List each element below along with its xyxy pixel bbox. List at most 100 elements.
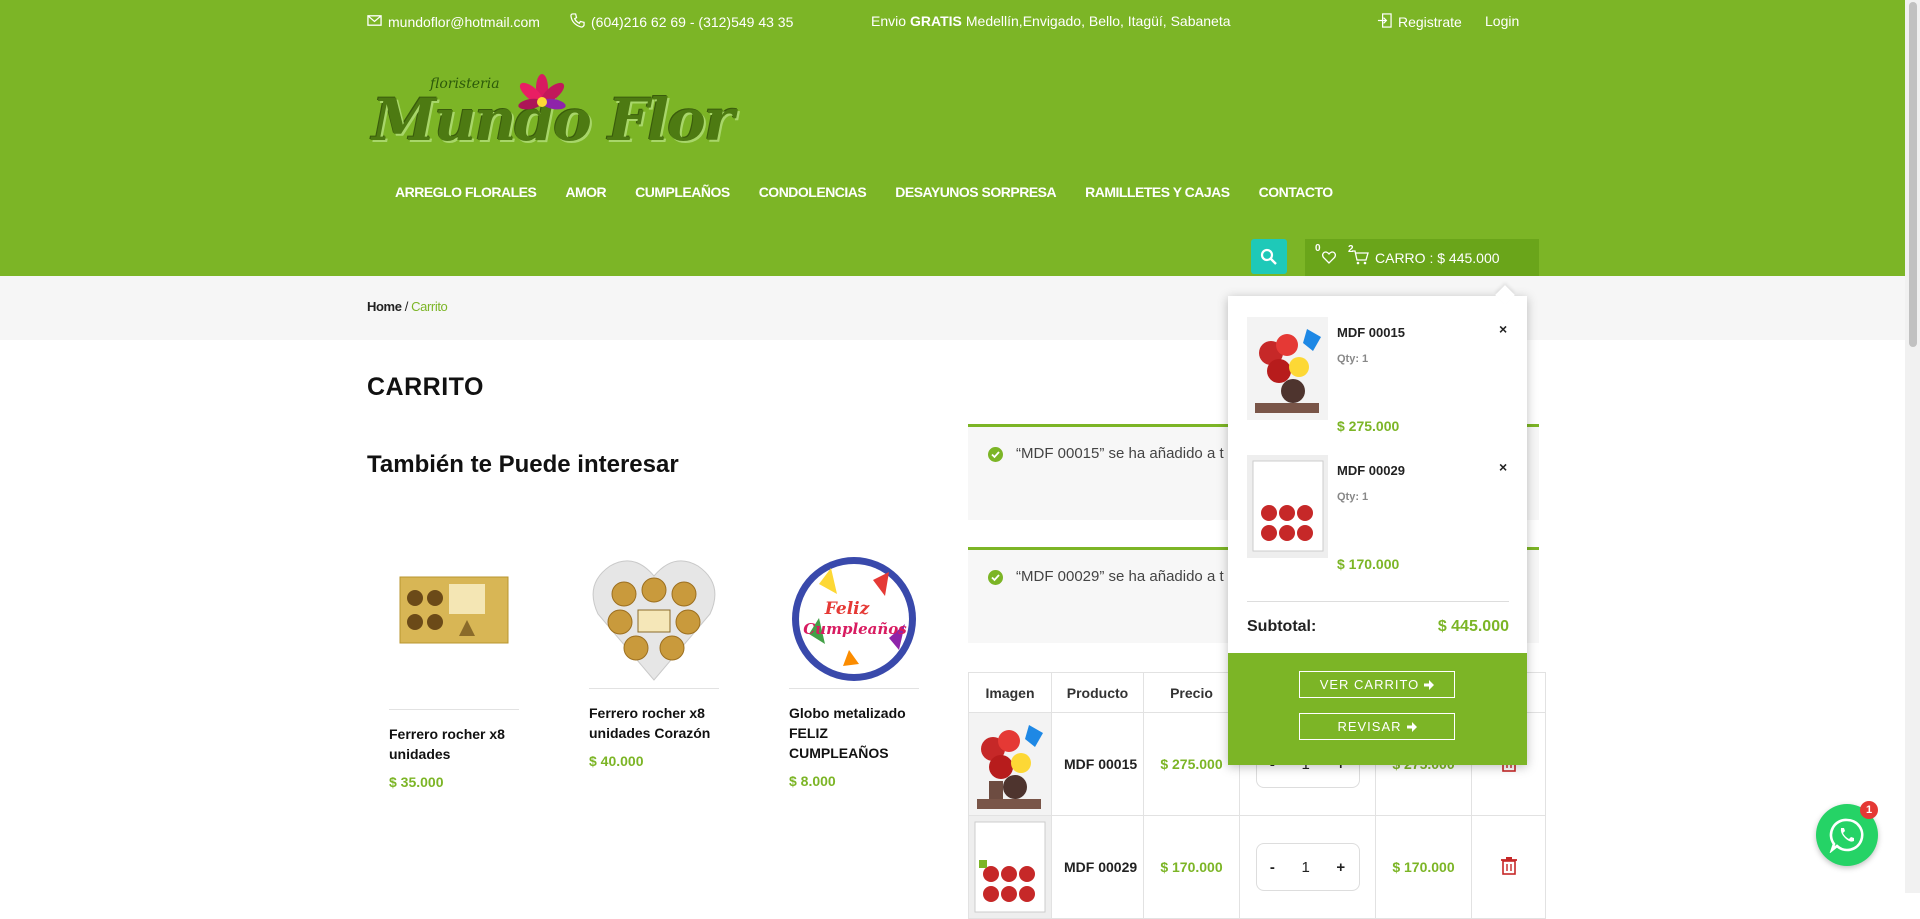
register-text: Registrate: [1398, 14, 1462, 30]
mini-cart-item-price: $ 275.000: [1337, 418, 1400, 434]
divider: [389, 709, 519, 710]
divider: [589, 688, 719, 689]
cart-total-label: CARRO : $ 445.000: [1375, 249, 1500, 266]
breadcrumb-home[interactable]: Home: [367, 299, 402, 314]
balloon-text-cumpleanos: Cumpleaños: [803, 620, 907, 638]
breadcrumb-bar: [0, 276, 1905, 340]
login-arrow-icon: [1377, 13, 1392, 31]
whatsapp-icon: [1829, 818, 1864, 853]
mini-cart-item-qty: Qty: 1: [1337, 353, 1369, 365]
search-icon: [1260, 248, 1277, 265]
view-cart-label: VER CARRITO: [1319, 677, 1420, 692]
page-title: CARRITO: [367, 373, 484, 401]
checkout-button[interactable]: REVISAR: [1299, 713, 1455, 740]
product-name[interactable]: Ferrero rocher x8 unidades: [389, 724, 519, 764]
mini-cart-thumbnail[interactable]: [1247, 317, 1328, 420]
divider: [789, 688, 919, 689]
search-button[interactable]: [1251, 239, 1287, 274]
scrollbar[interactable]: [1905, 0, 1920, 893]
mini-cart-item-price: $ 170.000: [1337, 556, 1400, 572]
wishlist-button[interactable]: 0: [1315, 243, 1340, 268]
balloon-text-feliz: Feliz: [824, 599, 870, 619]
row-subtotal: $ 170.000: [1375, 815, 1472, 919]
qty-value[interactable]: 1: [1301, 859, 1309, 876]
phone-text: (604)216 62 69 - (312)549 43 35: [591, 14, 794, 30]
nav-amor[interactable]: AMOR: [565, 184, 606, 200]
product-name[interactable]: Globo metalizado FELIZ CUMPLEAÑOS: [789, 703, 919, 763]
breadcrumb-separator: /: [401, 299, 412, 314]
register-link[interactable]: Registrate: [1377, 13, 1462, 31]
nav-arreglo-florales[interactable]: ARREGLO FLORALES: [395, 184, 537, 200]
scrollbar-thumb[interactable]: [1909, 2, 1917, 347]
check-circle-icon: [988, 570, 1003, 585]
row-price: $ 170.000: [1143, 815, 1240, 919]
mini-cart-dropdown: MDF 00015 Qty: 1 $ 275.000 × MDF 00029 Q…: [1228, 285, 1527, 765]
top-bar: mundoflor@hotmail.com (604)216 62 69 - (…: [0, 0, 1905, 44]
row-product-name[interactable]: MDF 00015: [1051, 712, 1144, 816]
nav-desayunos-sorpresa[interactable]: DESAYUNOS SORPRESA: [895, 184, 1056, 200]
cart-bar: 0 2 CARRO : $ 445.000: [1305, 239, 1539, 276]
row-price: $ 275.000: [1143, 712, 1240, 816]
wishlist-count: 0: [1315, 242, 1321, 254]
header-producto: Producto: [1051, 672, 1144, 713]
breadcrumb: Home / Carrito: [367, 299, 448, 314]
mini-cart-item-name[interactable]: MDF 00029: [1337, 463, 1405, 478]
login-text: Login: [1485, 13, 1520, 29]
arrow-right-icon: [1424, 679, 1435, 690]
related-product-card[interactable]: Feliz Cumpleaños Globo metalizado FELIZ …: [789, 550, 919, 789]
cart-button[interactable]: 2 CARRO : $ 445.000: [1348, 244, 1500, 266]
product-price: $ 40.000: [589, 753, 644, 769]
logo[interactable]: floristeria Mundo Flor: [366, 68, 734, 158]
product-price: $ 35.000: [389, 774, 444, 790]
cart-icon: [1352, 250, 1369, 265]
qty-minus-button[interactable]: -: [1270, 859, 1275, 876]
nav-ramilletes-y-cajas[interactable]: RAMILLETES Y CAJAS: [1085, 184, 1230, 200]
subtotal-value: $ 445.000: [1437, 618, 1509, 635]
row-image[interactable]: [968, 712, 1052, 816]
login-link[interactable]: Login: [1485, 13, 1519, 29]
trash-icon[interactable]: [1500, 856, 1517, 875]
whatsapp-button[interactable]: 1: [1816, 801, 1878, 866]
row-product-name[interactable]: MDF 00029: [1051, 815, 1144, 919]
related-title: También te Puede interesar: [367, 451, 679, 478]
product-price: $ 8.000: [789, 773, 836, 789]
qty-plus-button[interactable]: +: [1336, 859, 1345, 876]
shipping-cities: Medellín,Envigado, Bello, Itagüí, Sabane…: [965, 13, 1231, 29]
subtotal-label: Subtotal:: [1247, 618, 1317, 635]
product-name[interactable]: Ferrero rocher x8 unidades Corazón: [589, 703, 719, 743]
remove-item-button[interactable]: ×: [1499, 459, 1507, 475]
product-image[interactable]: [589, 550, 719, 688]
email-link[interactable]: mundoflor@hotmail.com: [367, 13, 540, 31]
site-header: [0, 44, 1905, 276]
shipping-free: GRATIS: [910, 13, 962, 29]
mini-cart-item: MDF 00029 Qty: 1 $ 170.000 ×: [1247, 455, 1509, 585]
related-product-card[interactable]: Ferrero rocher x8 unidades $ 35.000: [389, 535, 519, 790]
checkout-label: REVISAR: [1337, 719, 1402, 734]
nav-cumpleanos[interactable]: CUMPLEAÑOS: [635, 184, 730, 200]
mini-cart-subtotal: Subtotal: $ 445.000: [1247, 601, 1509, 636]
product-image[interactable]: Feliz Cumpleaños: [789, 550, 919, 688]
notification-badge: 1: [1860, 801, 1878, 819]
mini-cart-footer: VER CARRITO REVISAR: [1228, 653, 1527, 765]
mini-cart-item-name[interactable]: MDF 00015: [1337, 325, 1405, 340]
row-image[interactable]: [968, 815, 1052, 919]
nav-contacto[interactable]: CONTACTO: [1259, 184, 1334, 200]
check-circle-icon: [988, 447, 1003, 462]
mini-cart-item-qty: Qty: 1: [1337, 491, 1369, 503]
phone-link[interactable]: (604)216 62 69 - (312)549 43 35: [570, 13, 793, 31]
shipping-prefix: Envio: [871, 13, 907, 29]
view-cart-button[interactable]: VER CARRITO: [1299, 671, 1455, 698]
cart-count: 2: [1348, 243, 1354, 255]
row-qty-cell: - 1 +: [1239, 815, 1376, 919]
product-image[interactable]: [389, 535, 519, 685]
nav-condolencias[interactable]: CONDOLENCIAS: [759, 184, 867, 200]
notice-text: “MDF 00029” se ha añadido a t: [1016, 568, 1224, 585]
header-precio: Precio: [1143, 672, 1240, 713]
phone-icon: [570, 13, 585, 31]
related-product-card[interactable]: Ferrero rocher x8 unidades Corazón $ 40.…: [589, 550, 719, 769]
header-imagen: Imagen: [968, 672, 1052, 713]
mini-cart-thumbnail[interactable]: [1247, 455, 1328, 558]
quantity-stepper[interactable]: - 1 +: [1255, 843, 1360, 891]
shipping-notice: Envio GRATIS Medellín,Envigado, Bello, I…: [871, 13, 1231, 29]
remove-item-button[interactable]: ×: [1499, 321, 1507, 337]
